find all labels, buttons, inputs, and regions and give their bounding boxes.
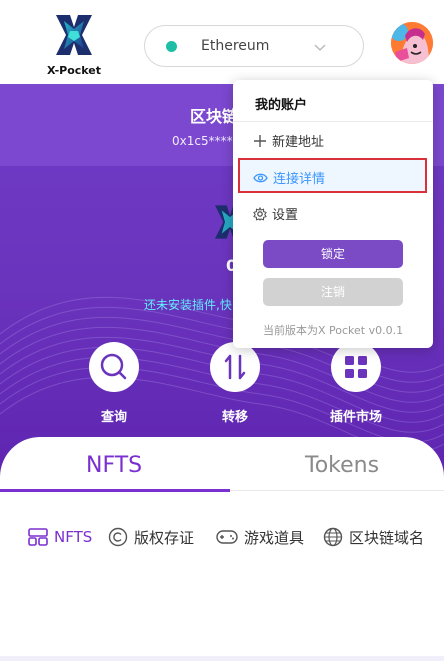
menu-item-connection-details-content[interactable]: 连接详情: [253, 168, 325, 187]
app-header: X-Pocket Ethereum: [0, 0, 444, 84]
plugin-market-action[interactable]: 插件市场: [316, 342, 396, 425]
plus-icon: [254, 134, 266, 147]
assets-card: NFTS Tokens NFTS 版权存证 游戏道具 区块链域名: [0, 437, 444, 661]
menu-item-new-address-label: 新建地址: [272, 135, 325, 150]
menu-item-settings-label: 设置: [272, 208, 299, 223]
nft-icon: [28, 528, 48, 546]
account-menu-title: 我的账户: [255, 98, 308, 113]
app-logo[interactable]: X-Pocket: [44, 13, 104, 77]
category-nfts[interactable]: NFTS: [28, 525, 92, 549]
menu-item-connection-details-label: 连接详情: [273, 172, 326, 187]
chain-title: 区块链: [190, 107, 239, 126]
x-pocket-logo-icon: [56, 15, 92, 55]
eye-icon: [253, 173, 268, 182]
account-avatar[interactable]: [391, 22, 433, 64]
query-action[interactable]: 查询: [74, 342, 154, 425]
network-status-dot: [166, 41, 177, 52]
globe-icon: [323, 527, 343, 547]
bottom-strip: [0, 656, 444, 661]
copyright-icon: [108, 527, 128, 547]
tab-nfts[interactable]: NFTS: [86, 453, 142, 478]
transfer-icon: [224, 354, 246, 380]
tab-divider: [230, 490, 444, 491]
lock-button[interactable]: 锁定: [263, 240, 403, 268]
network-select[interactable]: Ethereum: [144, 25, 364, 67]
transfer-label: 转移: [221, 410, 248, 425]
query-label: 查询: [100, 410, 127, 425]
logout-button[interactable]: 注销: [263, 278, 403, 306]
menu-divider: [233, 121, 433, 122]
category-game-items[interactable]: 游戏道具: [216, 525, 304, 549]
network-label: Ethereum: [201, 38, 270, 54]
avatar-illustration-icon: [391, 22, 433, 64]
category-copyright[interactable]: 版权存证: [108, 525, 194, 549]
category-nfts-label: NFTS: [54, 528, 93, 546]
logo-text: X-Pocket: [46, 64, 102, 77]
menu-item-settings[interactable]: 设置: [253, 204, 298, 223]
gear-icon: [253, 206, 267, 221]
menu-item-new-address[interactable]: 新建地址: [253, 131, 324, 150]
category-domains[interactable]: 区块链域名: [323, 525, 424, 549]
wallet-address[interactable]: 0x1c5*****: [172, 134, 239, 148]
grid-icon: [345, 356, 367, 378]
plugin-market-label: 插件市场: [329, 410, 382, 425]
tab-tokens[interactable]: Tokens: [305, 453, 379, 478]
category-domains-label: 区块链域名: [349, 528, 425, 547]
chevron-down-icon: [314, 44, 326, 52]
version-text: 当前版本为X Pocket v0.0.1: [263, 324, 404, 337]
search-icon: [100, 353, 127, 380]
gamepad-icon: [216, 530, 238, 544]
account-menu: 我的账户 新建地址 连接详情 设置 锁定 注销 当前版本为X Pocket v0…: [233, 80, 433, 348]
category-game-items-label: 游戏道具: [244, 528, 305, 547]
category-copyright-label: 版权存证: [134, 528, 195, 547]
plugin-notice[interactable]: 还未安装插件,快: [144, 296, 232, 313]
transfer-action[interactable]: 转移: [195, 342, 275, 425]
active-tab-indicator: [0, 489, 230, 492]
